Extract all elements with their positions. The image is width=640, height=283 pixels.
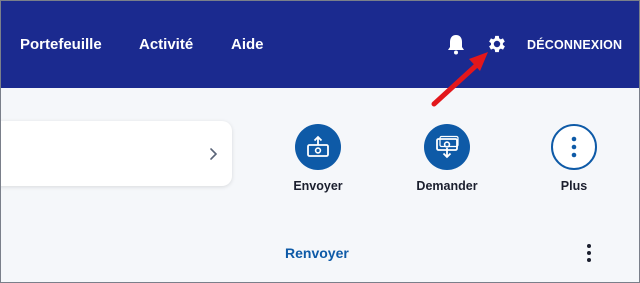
send-action-label: Envoyer (293, 179, 343, 193)
bell-icon[interactable] (446, 33, 466, 55)
more-vertical-icon[interactable] (551, 124, 597, 170)
chevron-right-icon (210, 148, 218, 160)
logout-button[interactable]: DÉCONNEXION (527, 38, 622, 52)
kebab-menu-icon[interactable] (584, 243, 594, 263)
nav-link-aide[interactable]: Aide (231, 36, 264, 54)
request-money-icon[interactable] (424, 124, 470, 170)
resend-link[interactable]: Renvoyer (285, 245, 349, 261)
more-action[interactable]: Plus (529, 124, 619, 193)
top-navigation-bar: Portefeuille Activité Aide DÉCONNEXION (0, 0, 640, 88)
nav-link-portefeuille[interactable]: Portefeuille (20, 36, 102, 54)
request-action[interactable]: Demander (402, 124, 492, 193)
request-action-label: Demander (416, 179, 478, 193)
send-action[interactable]: Envoyer (273, 124, 363, 193)
balance-card[interactable] (0, 121, 232, 186)
nav-link-activite[interactable]: Activité (139, 36, 193, 54)
more-action-label: Plus (560, 179, 588, 193)
gear-icon[interactable] (486, 33, 508, 55)
send-money-icon[interactable] (295, 124, 341, 170)
